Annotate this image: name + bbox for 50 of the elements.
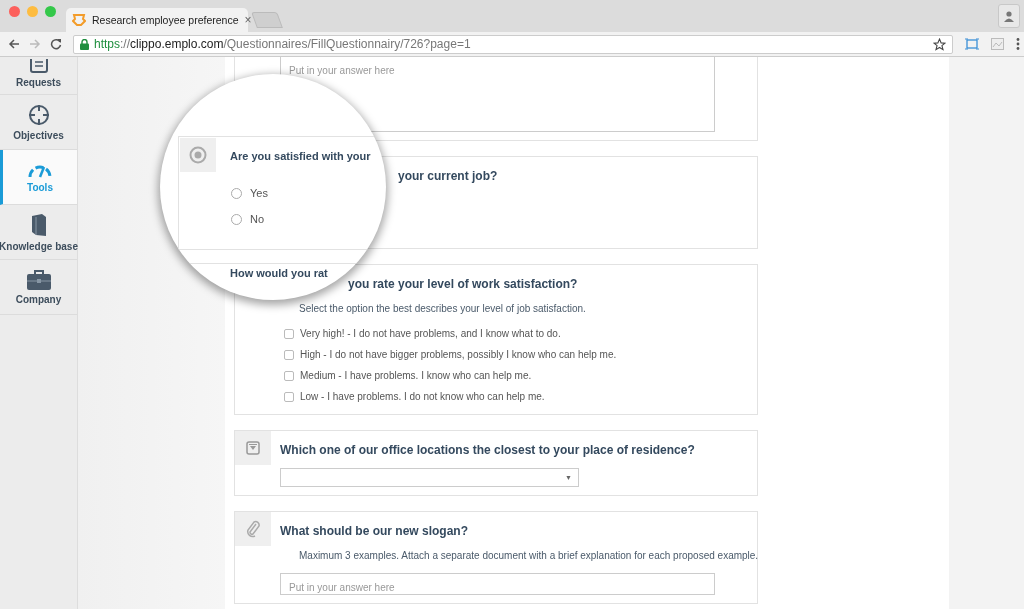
menu-icon[interactable] [1016,38,1020,50]
question-title: your current job? [398,169,498,183]
option-label: Very high! - I do not have problems, and I know what to do. [300,328,561,339]
question-type-icon [235,431,271,465]
checkbox[interactable] [284,370,294,381]
forward-arrow-icon[interactable] [29,38,41,50]
option-label: No [250,213,265,225]
question-title: Are you satisfied with your [230,150,371,162]
question-title: you rate your level of work satisfaction? [348,277,578,291]
minimize-window-dot[interactable] [27,5,38,17]
maximize-window-dot[interactable] [45,5,56,17]
option-label: Low - I have problems. I do not know who can help me. [300,391,545,402]
address-field[interactable]: https://clippo.emplo.com/Questionnaires/FillQuestionnairy/726?page=1 [73,34,953,54]
sidebar-label: Knowledge base [0,240,78,252]
close-window-dot[interactable] [9,5,20,17]
new-tab-button[interactable] [251,12,283,28]
person-icon [1003,10,1015,22]
sidebar-label: Company [15,293,62,305]
question-type-icon [235,512,271,546]
option-label: Yes [250,187,268,199]
sidebar-label: Objectives [13,129,64,141]
sidebar-label: Tools [27,181,53,193]
bookmark-star-icon[interactable] [933,37,946,51]
image-extension-icon[interactable] [991,38,1004,50]
question-title: What should be our new slogan? [280,524,469,538]
question-description: Select the option the best describes your level of job satisfaction. [299,303,587,314]
sidebar-item[interactable]: Knowledge base [0,205,77,260]
question-description: Maximum 3 examples. Attach a separate document with a brief explanation for each proposed example. [299,550,759,561]
screenshot-frame-icon[interactable] [965,38,979,50]
checkbox[interactable] [284,328,294,339]
crosshair-icon [27,103,50,126]
sidebar-label: Requests [16,77,61,88]
document-icon [29,59,48,73]
favicon-icon [72,14,86,26]
reload-icon[interactable] [50,38,62,50]
tab-title: Research employee preference [92,14,239,26]
sidebar-item[interactable]: Company [0,260,77,315]
question-title: Which one of our office locations the closest to your place of residence? [280,443,695,457]
book-icon [30,212,47,237]
checkbox[interactable] [284,349,294,360]
option-label: Medium - I have problems. I know who can help me. [300,370,532,381]
profile-button[interactable] [998,4,1020,28]
checkbox[interactable] [284,391,294,402]
briefcase-icon [26,269,51,290]
question-title: How would you rat [230,267,328,279]
option-label: High - I do not have bigger problems, possibly I know who can help me. [300,349,617,360]
back-arrow-icon[interactable] [8,38,20,50]
question-type-icon [180,138,216,172]
sidebar-item[interactable]: Requests [0,57,77,95]
lock-icon [80,38,89,50]
